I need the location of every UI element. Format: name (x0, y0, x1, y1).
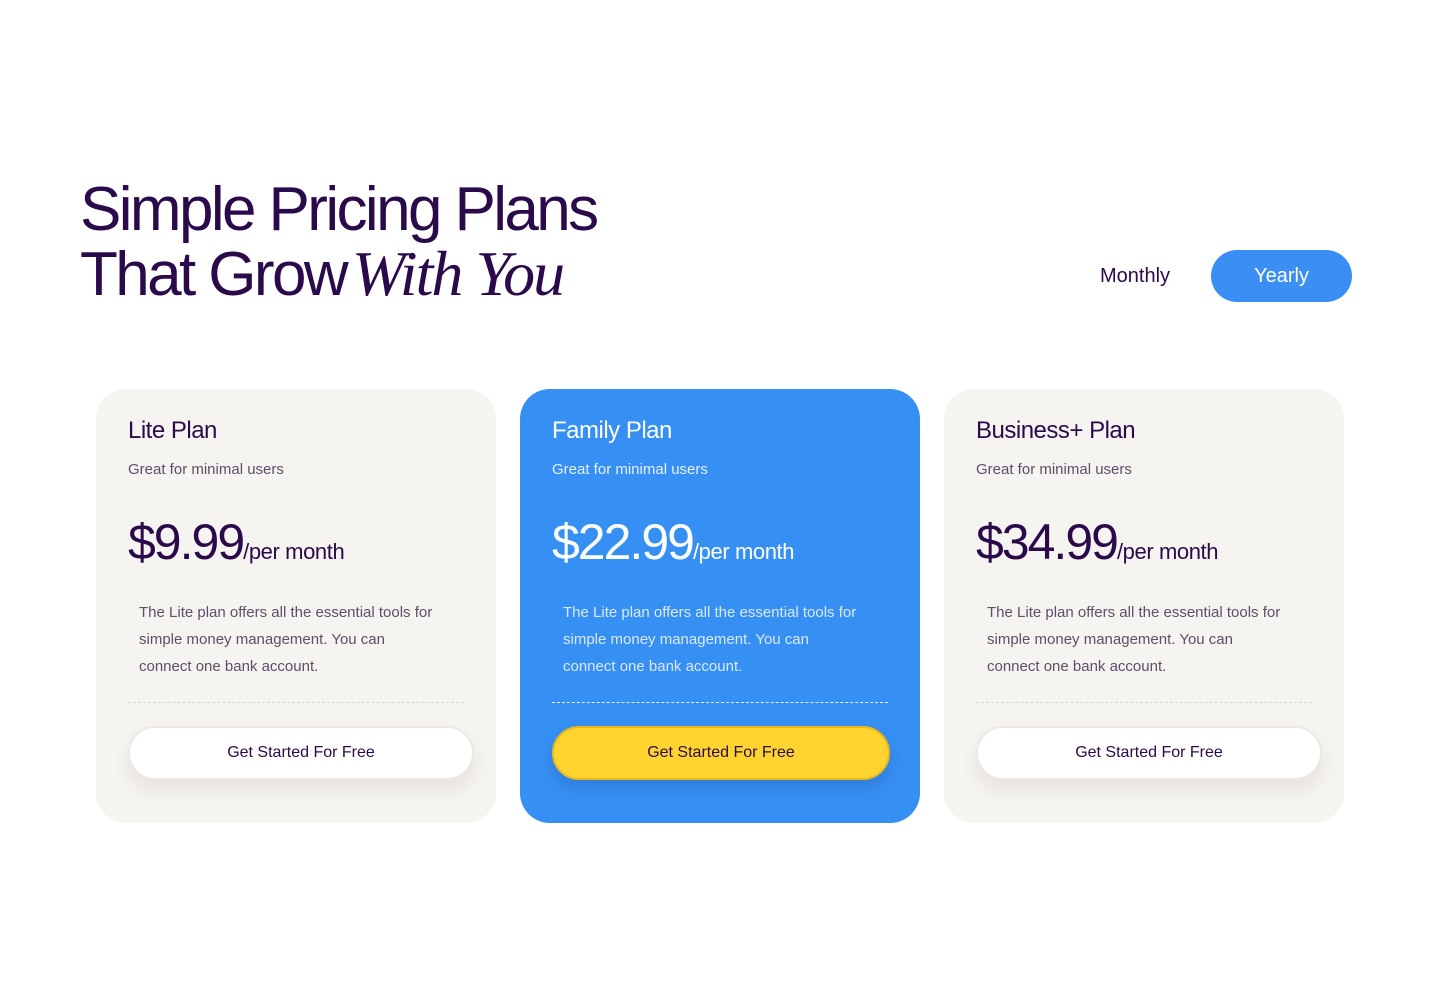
plan-subtitle: Great for minimal users (552, 461, 708, 478)
plan-divider (552, 702, 888, 703)
plan-price-period: /per month (1116, 539, 1219, 564)
plan-price-period: /per month (243, 539, 345, 564)
billing-yearly-button[interactable]: Yearly (1211, 250, 1352, 302)
plan-subtitle: Great for minimal users (128, 461, 284, 478)
plan-price-period: /per month (692, 539, 795, 564)
page-title-line-1: Simple Pricing Plans (80, 175, 599, 244)
plan-price: $9.99/per month (128, 513, 345, 571)
plan-price: $34.99/per month (976, 513, 1219, 571)
plan-description: The Lite plan offers all the essential t… (139, 604, 433, 675)
plan-card-lite: Lite Plan Great for minimal users $9.99/… (96, 389, 496, 823)
plan-card-business: Business+ Plan Great for minimal users $… (944, 389, 1344, 823)
plan-card-family: Family Plan Great for minimal users $22.… (520, 389, 920, 823)
plan-description: The Lite plan offers all the essential t… (563, 604, 857, 675)
billing-toggle: Monthly Yearly (1068, 250, 1352, 302)
plan-price: $22.99/per month (552, 513, 795, 571)
plan-description: The Lite plan offers all the essential t… (987, 604, 1281, 675)
plan-price-amount: $22.99 (552, 514, 695, 570)
pricing-page: Simple Pricing Plans That GrowWith You M… (0, 0, 1440, 1000)
get-started-button-family[interactable]: Get Started For Free (552, 726, 890, 780)
plan-name: Lite Plan (128, 417, 217, 444)
plan-price-amount: $34.99 (976, 514, 1119, 570)
get-started-button-lite[interactable]: Get Started For Free (128, 726, 474, 780)
plan-divider (128, 702, 464, 703)
page-title-line-2-text: That Grow (80, 240, 349, 309)
page-title: Simple Pricing Plans That GrowWith You (80, 175, 599, 307)
page-title-accent: With You (352, 238, 565, 309)
plan-divider (976, 702, 1312, 703)
plan-name: Family Plan (552, 417, 672, 444)
plan-name: Business+ Plan (976, 417, 1136, 444)
billing-monthly-button[interactable]: Monthly (1068, 250, 1202, 302)
page-title-line-2: That GrowWith You (80, 242, 597, 307)
plan-price-amount: $9.99 (128, 514, 245, 570)
get-started-button-business[interactable]: Get Started For Free (976, 726, 1322, 780)
plan-subtitle: Great for minimal users (976, 461, 1132, 478)
